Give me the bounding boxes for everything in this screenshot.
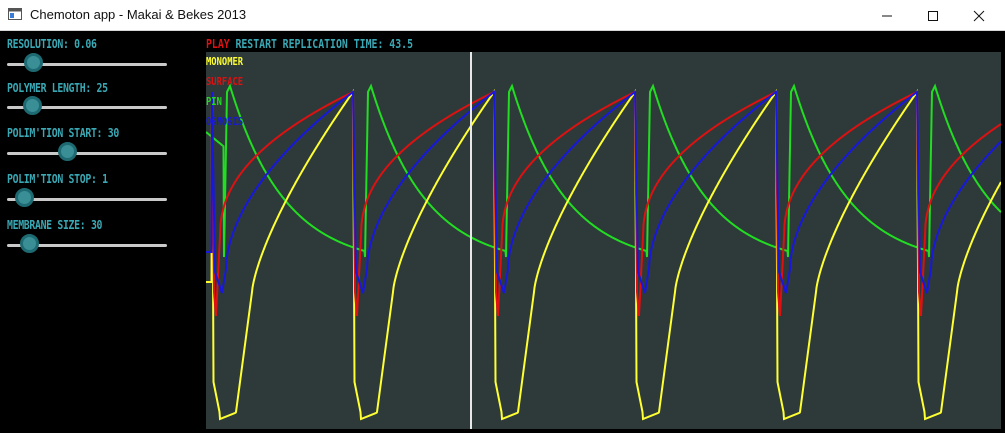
- control-panel: RESOLUTION: 0.06 POLYMER LENGTH: 25 POLI…: [0, 31, 200, 431]
- plot-canvas: [205, 52, 1002, 429]
- legend-surface: SURFACE: [206, 75, 244, 88]
- plot-edge: [1001, 52, 1005, 429]
- polimtion-stop-label: POLIM'TION STOP: 1: [7, 172, 108, 186]
- polymer-length-label: POLYMER LENGTH: 25: [7, 81, 108, 95]
- slider-track: [7, 152, 167, 155]
- app-icon: [8, 8, 22, 20]
- maximize-icon: [928, 10, 938, 21]
- restart-button[interactable]: RESTART: [235, 37, 276, 51]
- window-title: Chemoton app - Makai & Bekes 2013: [30, 7, 247, 22]
- series-osmosis-line: [206, 89, 1002, 294]
- resolution-slider[interactable]: [7, 52, 167, 76]
- maximize-button[interactable]: [910, 0, 956, 31]
- legend-monomer: MONOMER: [206, 55, 244, 68]
- playback-toolbar: PLAY RESTART REPLICATION TIME: 43.5: [206, 37, 419, 53]
- legend-pin: PIN: [206, 95, 222, 108]
- polimtion-start-label: POLIM'TION START: 30: [7, 126, 119, 140]
- minimize-button[interactable]: [864, 0, 910, 31]
- minimize-icon: [882, 15, 892, 16]
- polimtion-stop-slider[interactable]: [7, 187, 167, 211]
- slider-thumb[interactable]: [19, 234, 39, 253]
- replication-time-readout: REPLICATION TIME: 43.5: [282, 37, 413, 51]
- play-button[interactable]: PLAY: [206, 37, 230, 51]
- polymer-length-slider[interactable]: [7, 95, 167, 119]
- slider-thumb[interactable]: [23, 53, 43, 72]
- close-icon: [973, 10, 985, 21]
- membrane-size-label: MEMBRANE SIZE: 30: [7, 218, 103, 232]
- app-client-area: RESOLUTION: 0.06 POLYMER LENGTH: 25 POLI…: [0, 31, 1005, 431]
- resolution-label: RESOLUTION: 0.06: [7, 37, 97, 51]
- slider-thumb[interactable]: [57, 142, 77, 161]
- legend-osmosis: OSMOSIS: [206, 115, 244, 128]
- polimtion-start-slider[interactable]: [7, 141, 167, 165]
- series-surface-line: [206, 90, 1002, 317]
- membrane-size-slider[interactable]: [7, 233, 167, 257]
- close-button[interactable]: [956, 0, 1002, 31]
- slider-thumb[interactable]: [22, 96, 42, 115]
- slider-thumb[interactable]: [15, 188, 35, 207]
- simulation-plot[interactable]: [205, 52, 1002, 429]
- series-monomer-line: [206, 88, 1002, 421]
- title-bar[interactable]: Chemoton app - Makai & Bekes 2013: [0, 0, 1005, 31]
